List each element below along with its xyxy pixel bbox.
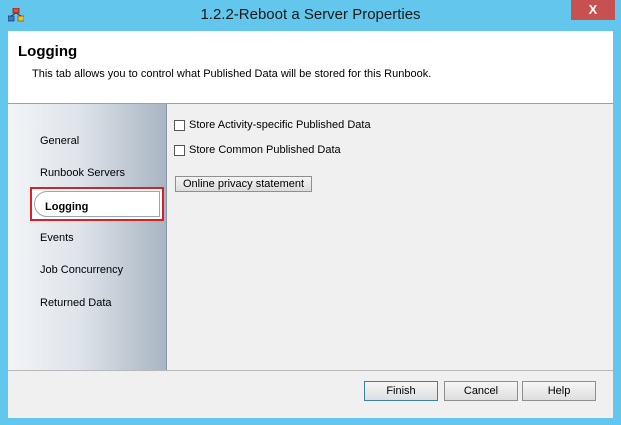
sidebar-item-events[interactable]: Events bbox=[40, 232, 74, 244]
sidebar-item-returned-data[interactable]: Returned Data bbox=[40, 297, 112, 309]
properties-window: 1.2.2-Reboot a Server Properties X Loggi… bbox=[0, 0, 621, 425]
page-header: Logging This tab allows you to control w… bbox=[8, 31, 613, 104]
sidebar-item-general[interactable]: General bbox=[40, 135, 79, 147]
store-common-row[interactable]: Store Common Published Data bbox=[174, 144, 341, 156]
page-title: Logging bbox=[18, 43, 78, 60]
close-button[interactable]: X bbox=[571, 0, 615, 20]
finish-button[interactable]: Finish bbox=[364, 381, 438, 401]
window-title: 1.2.2-Reboot a Server Properties bbox=[200, 6, 421, 23]
store-activity-specific-row[interactable]: Store Activity-specific Published Data bbox=[174, 119, 371, 131]
online-privacy-statement-button[interactable]: Online privacy statement bbox=[175, 176, 312, 192]
dialog-client-area: Logging This tab allows you to control w… bbox=[8, 31, 613, 418]
dialog-footer: Finish Cancel Help bbox=[8, 370, 613, 418]
title-bar[interactable]: 1.2.2-Reboot a Server Properties X bbox=[0, 0, 621, 30]
cancel-button[interactable]: Cancel bbox=[444, 381, 518, 401]
store-common-checkbox[interactable] bbox=[174, 144, 185, 156]
sidebar-item-runbook-servers[interactable]: Runbook Servers bbox=[40, 167, 125, 179]
store-common-label[interactable]: Store Common Published Data bbox=[189, 144, 341, 156]
store-activity-specific-label[interactable]: Store Activity-specific Published Data bbox=[189, 119, 371, 131]
store-activity-specific-checkbox[interactable] bbox=[174, 119, 185, 131]
sidebar-item-label: Logging bbox=[45, 201, 89, 213]
sidebar-item-job-concurrency[interactable]: Job Concurrency bbox=[40, 264, 123, 276]
close-icon: X bbox=[588, 2, 598, 17]
help-button[interactable]: Help bbox=[522, 381, 596, 401]
sidebar-item-logging[interactable]: Logging bbox=[30, 187, 164, 221]
selected-item-highlight: Logging bbox=[34, 191, 160, 217]
page-description: This tab allows you to control what Publ… bbox=[32, 68, 432, 80]
logging-panel: Store Activity-specific Published Data S… bbox=[167, 104, 613, 370]
sidebar-nav: General Runbook Servers Logging Events J… bbox=[8, 104, 167, 370]
